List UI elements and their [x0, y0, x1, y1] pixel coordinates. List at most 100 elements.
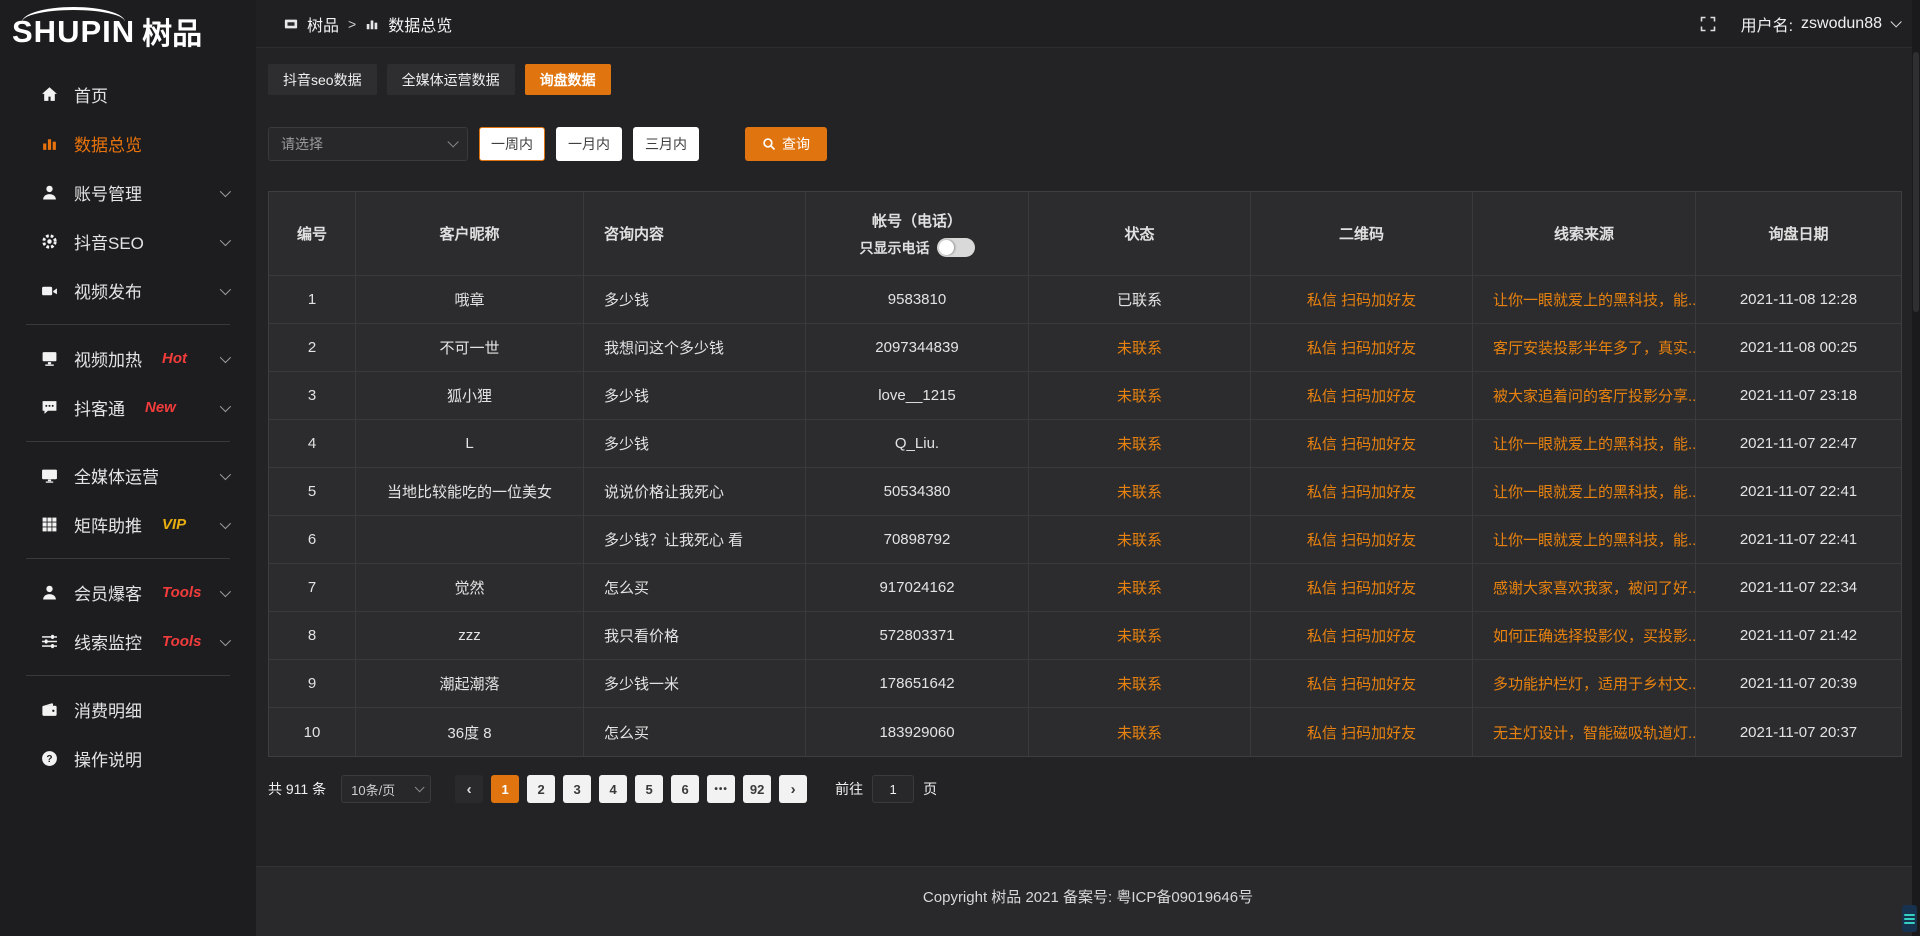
fullscreen-icon[interactable] [1699, 15, 1717, 33]
source-link[interactable]: 多功能护栏灯，适用于乡村文... [1473, 660, 1696, 708]
page-size-select[interactable]: 10条/页 [341, 775, 431, 803]
sidebar-item-video-publish[interactable]: 视频发布 [0, 266, 256, 315]
sidebar-item-label: 矩阵助推 [74, 512, 142, 537]
sidebar-item-label: 全媒体运营 [74, 463, 159, 488]
qr-links[interactable]: 私信 扫码加好友 [1251, 516, 1473, 564]
cell-nickname: 不可一世 [356, 324, 584, 372]
logo-text-en: SHUPIN [12, 16, 135, 47]
prev-page-button[interactable]: ‹ [455, 775, 483, 803]
qr-links[interactable]: 私信 扫码加好友 [1251, 612, 1473, 660]
screen-icon [284, 17, 298, 31]
page-ellipsis-button[interactable]: ••• [707, 775, 735, 803]
status-cell: 未联系 [1029, 612, 1251, 660]
tab-inquiry-data[interactable]: 询盘数据 [525, 64, 611, 95]
select-placeholder: 请选择 [281, 134, 323, 154]
sidebar-item-video-heat[interactable]: 视频加热 Hot [0, 334, 256, 383]
sidebar-item-help[interactable]: ? 操作说明 [0, 734, 256, 783]
cell-date: 2021-11-08 12:28 [1696, 276, 1901, 324]
cell-content: 怎么买 [584, 564, 806, 612]
account-select[interactable]: 请选择 [268, 127, 468, 161]
table-body: 1 哦章 多少钱 9583810 已联系 私信 扫码加好友 让你一眼就爱上的黑科… [269, 276, 1901, 756]
home-icon [40, 86, 58, 104]
source-link[interactable]: 如何正确选择投影仪，买投影... [1473, 612, 1696, 660]
user-menu[interactable]: 用户名: zswodun88 [1741, 12, 1898, 36]
table-row: 4 L 多少钱 Q_Liu. 未联系 私信 扫码加好友 让你一眼就爱上的黑科技，… [269, 420, 1901, 468]
sidebar: SHUPIN 树品 首页 数据总览 账号管理 抖音SEO 视频发布 [0, 0, 256, 936]
top-header: 树品 > 数据总览 用户名: zswodun88 [256, 0, 1920, 48]
table-row: 2 不可一世 我想问这个多少钱 2097344839 未联系 私信 扫码加好友 … [269, 324, 1901, 372]
qr-links[interactable]: 私信 扫码加好友 [1251, 372, 1473, 420]
page-button-1[interactable]: 1 [491, 775, 519, 803]
filter-bar: 请选择 一周内 一月内 三月内 查询 [268, 127, 1902, 161]
page-button-2[interactable]: 2 [527, 775, 555, 803]
source-link[interactable]: 客厅安装投影半年多了，真实... [1473, 324, 1696, 372]
svg-text:?: ? [46, 754, 52, 765]
source-link[interactable]: 让你一眼就爱上的黑科技，能... [1473, 276, 1696, 324]
qr-links[interactable]: 私信 扫码加好友 [1251, 468, 1473, 516]
wallet-icon [40, 701, 58, 719]
cell-content: 多少钱？让我死心 看 [584, 516, 806, 564]
sidebar-item-omnimedia[interactable]: 全媒体运营 [0, 451, 256, 500]
page-button-3[interactable]: 3 [563, 775, 591, 803]
tab-douyin-seo-data[interactable]: 抖音seo数据 [268, 64, 377, 95]
sidebar-item-expense-detail[interactable]: 消费明细 [0, 685, 256, 734]
sidebar-item-label: 抖音SEO [74, 229, 144, 254]
qr-links[interactable]: 私信 扫码加好友 [1251, 420, 1473, 468]
scrollbar-thumb[interactable] [1913, 52, 1919, 312]
source-link[interactable]: 让你一眼就爱上的黑科技，能... [1473, 420, 1696, 468]
range-one-week-button[interactable]: 一周内 [479, 127, 545, 161]
cell-no: 4 [269, 420, 356, 468]
username-value: zswodun88 [1801, 15, 1882, 33]
chevron-down-icon [447, 136, 458, 147]
tab-omnimedia-data[interactable]: 全媒体运营数据 [387, 64, 515, 95]
cell-account: 917024162 [806, 564, 1029, 612]
breadcrumb-root[interactable]: 树品 [307, 12, 339, 36]
sidebar-item-label: 线索监控 [74, 629, 142, 654]
phone-only-toggle[interactable] [937, 238, 975, 257]
range-three-month-button[interactable]: 三月内 [633, 127, 699, 161]
sidebar-item-member-burst[interactable]: 会员爆客 Tools [0, 568, 256, 617]
source-link[interactable]: 被大家追着问的客厅投影分享... [1473, 372, 1696, 420]
qr-links[interactable]: 私信 扫码加好友 [1251, 708, 1473, 756]
source-link[interactable]: 让你一眼就爱上的黑科技，能... [1473, 468, 1696, 516]
sidebar-item-account-manage[interactable]: 账号管理 [0, 168, 256, 217]
search-button[interactable]: 查询 [745, 127, 827, 161]
next-page-button[interactable]: › [779, 775, 807, 803]
status-cell: 未联系 [1029, 324, 1251, 372]
chevron-down-icon [1890, 16, 1901, 27]
floating-widget[interactable] [1902, 905, 1917, 932]
qr-links[interactable]: 私信 扫码加好友 [1251, 324, 1473, 372]
username-label: 用户名: [1741, 12, 1793, 36]
chat-bubble-icon [40, 399, 58, 417]
cell-nickname: L [356, 420, 584, 468]
sidebar-divider [26, 675, 230, 676]
status-cell: 未联系 [1029, 420, 1251, 468]
page-button-5[interactable]: 5 [635, 775, 663, 803]
col-header-status: 状态 [1029, 192, 1251, 276]
scrollbar[interactable] [1912, 0, 1920, 936]
sidebar-item-douketong[interactable]: 抖客通 New [0, 383, 256, 432]
page-button-92[interactable]: 92 [743, 775, 771, 803]
new-badge: New [145, 399, 176, 416]
sidebar-item-lead-monitor[interactable]: 线索监控 Tools [0, 617, 256, 666]
sidebar-item-douyin-seo[interactable]: 抖音SEO [0, 217, 256, 266]
page-button-6[interactable]: 6 [671, 775, 699, 803]
qr-links[interactable]: 私信 扫码加好友 [1251, 564, 1473, 612]
page-button-4[interactable]: 4 [599, 775, 627, 803]
qr-links[interactable]: 私信 扫码加好友 [1251, 660, 1473, 708]
search-button-label: 查询 [782, 134, 810, 154]
sidebar-item-home[interactable]: 首页 [0, 70, 256, 119]
source-link[interactable]: 感谢大家喜欢我家，被问了好... [1473, 564, 1696, 612]
sidebar-item-data-overview[interactable]: 数据总览 [0, 119, 256, 168]
cell-no: 2 [269, 324, 356, 372]
range-one-month-button[interactable]: 一月内 [556, 127, 622, 161]
source-link[interactable]: 让你一眼就爱上的黑科技，能... [1473, 516, 1696, 564]
qr-links[interactable]: 私信 扫码加好友 [1251, 276, 1473, 324]
goto-page-input[interactable] [872, 775, 914, 803]
sidebar-item-matrix-boost[interactable]: 矩阵助推 VIP [0, 500, 256, 549]
breadcrumb-current: 数据总览 [388, 12, 452, 36]
source-link[interactable]: 无主灯设计，智能磁吸轨道灯... [1473, 708, 1696, 756]
header-right: 用户名: zswodun88 [1699, 12, 1898, 36]
cell-date: 2021-11-07 20:37 [1696, 708, 1901, 756]
sidebar-item-label: 账号管理 [74, 180, 142, 205]
